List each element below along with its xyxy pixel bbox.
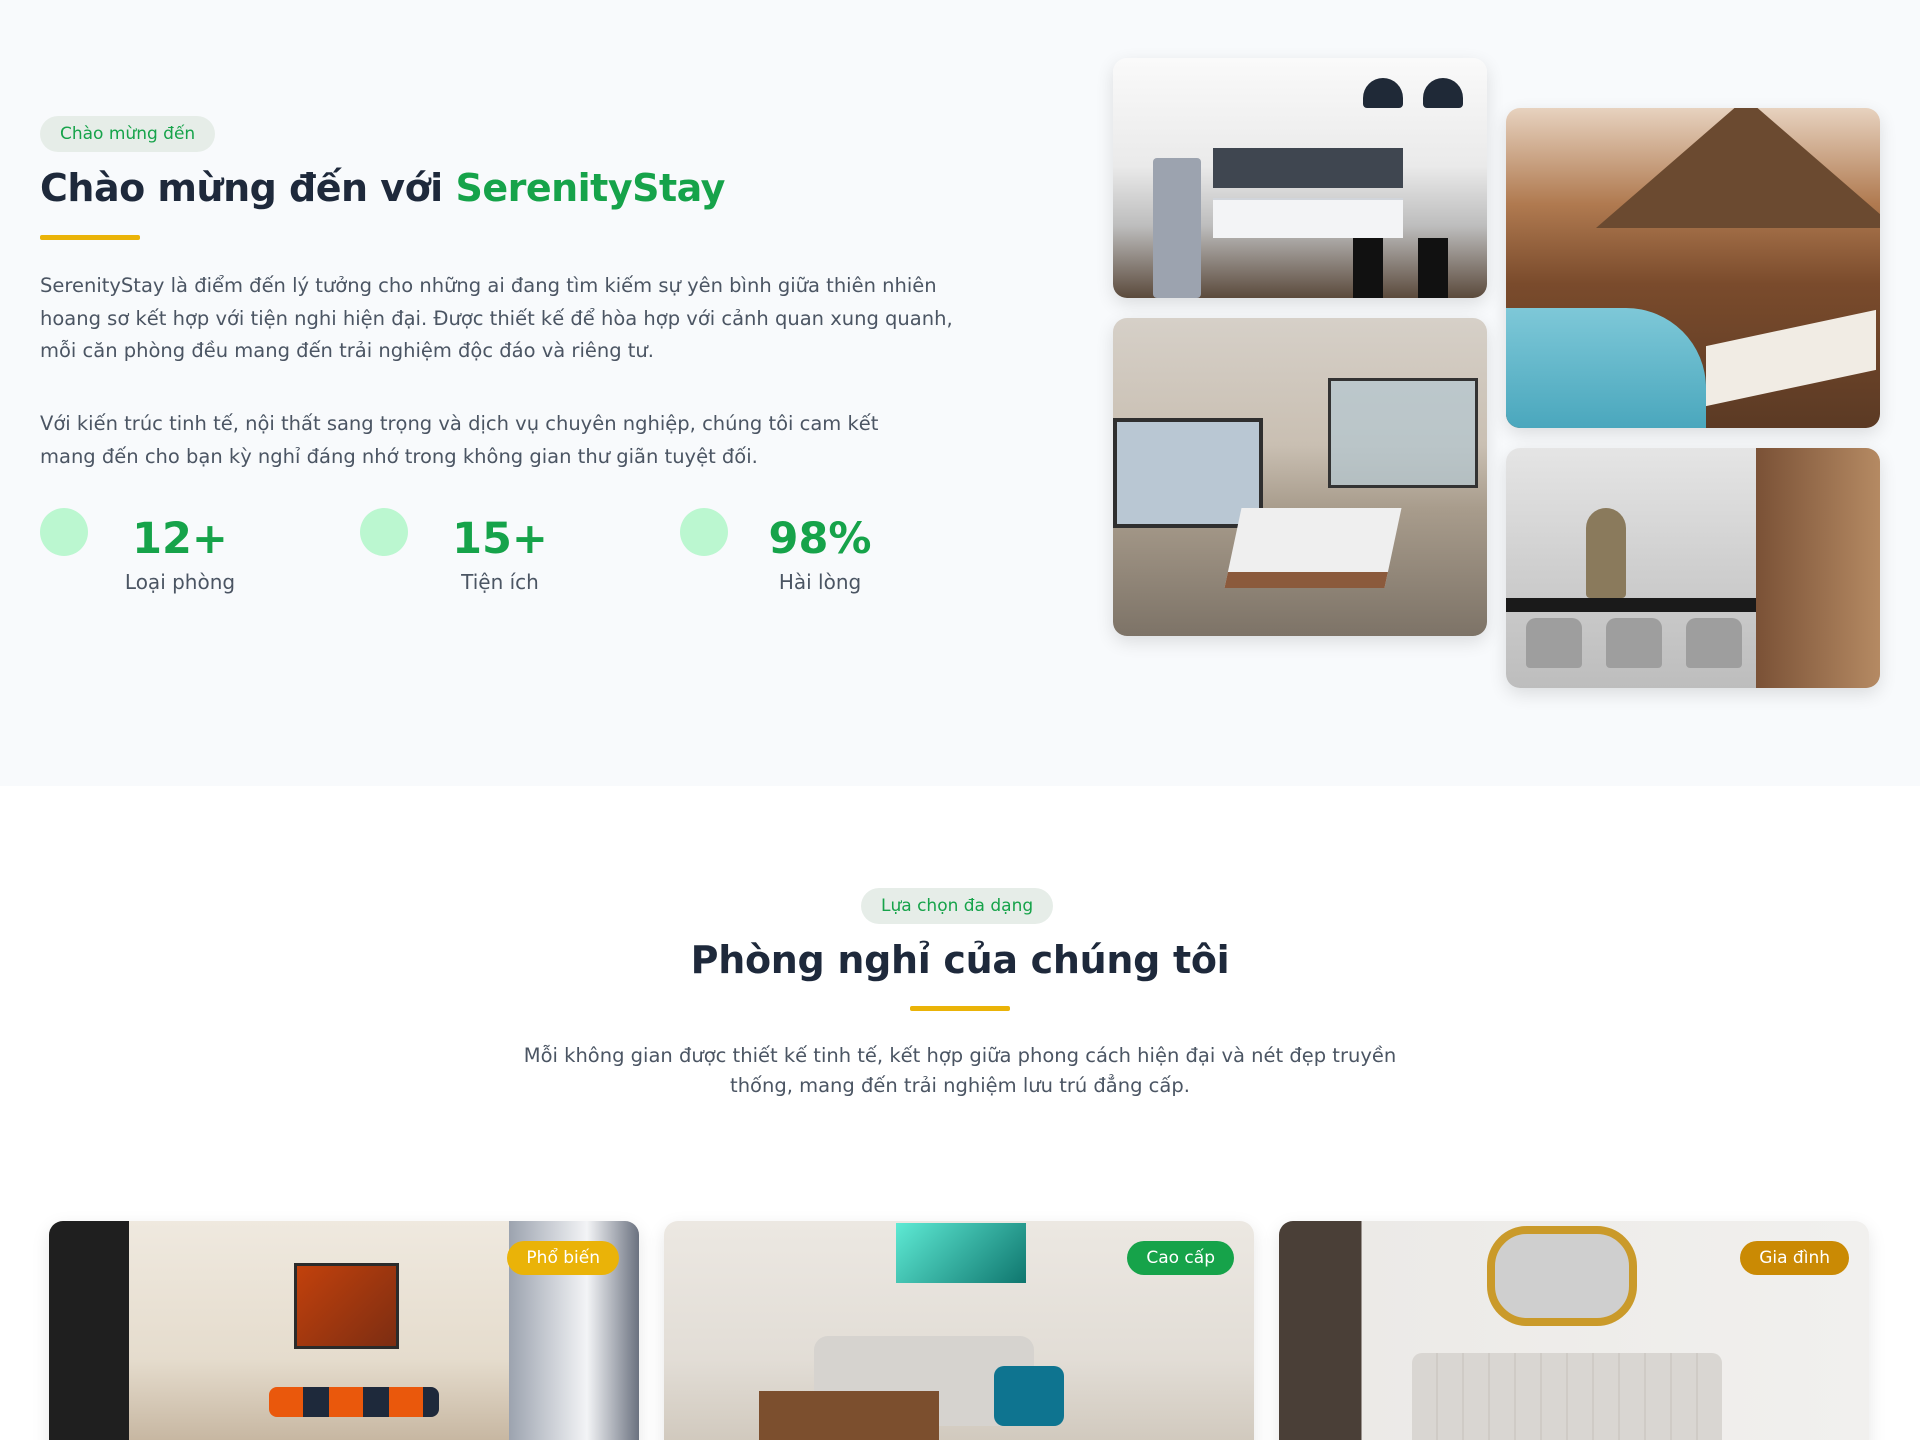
- welcome-paragraph-2: Với kiến trúc tinh tế, nội thất sang trọ…: [40, 412, 879, 468]
- bedroom-photo: [1113, 318, 1487, 636]
- stat-satisfaction: 98% Hài lòng: [680, 508, 980, 598]
- room-badge: Phổ biến: [507, 1241, 619, 1275]
- stat-value: 98%: [768, 514, 872, 564]
- rooms-title: Phòng nghỉ của chúng tôi: [690, 938, 1230, 982]
- dining-room-photo: [1506, 448, 1880, 688]
- room-badge: Cao cấp: [1127, 1241, 1234, 1275]
- stat-label: Hài lòng: [778, 570, 862, 594]
- stat-label: Tiện ích: [461, 570, 539, 594]
- room-card-popular[interactable]: Phổ biến: [49, 1221, 639, 1440]
- welcome-title: Chào mừng đến với SerenityStay: [40, 166, 725, 210]
- stat-value: 15+: [452, 514, 548, 564]
- rooms-tag: Lựa chọn đa dạng: [861, 888, 1054, 924]
- stat-label: Loại phòng: [124, 570, 236, 594]
- rooms-title-underline: [910, 1006, 1010, 1011]
- kitchen-photo: [1113, 58, 1487, 298]
- room-badge: Gia đình: [1740, 1241, 1849, 1275]
- welcome-title-prefix: Chào mừng đến với: [40, 166, 456, 210]
- welcome-section: Chào mừng đến Chào mừng đến với Serenity…: [0, 0, 1920, 786]
- title-underline: [40, 235, 140, 240]
- welcome-tag: Chào mừng đến: [40, 116, 216, 152]
- welcome-paragraph-1: SerenityStay là điểm đến lý tưởng cho nh…: [40, 274, 953, 362]
- rooms-description: Mỗi không gian được thiết kế tinh tế, kế…: [523, 1044, 1397, 1097]
- room-card-premium[interactable]: Cao cấp: [664, 1221, 1254, 1440]
- resort-pool-photo: [1506, 108, 1880, 428]
- brand-name: SerenityStay: [455, 166, 725, 210]
- room-card-family[interactable]: Gia đình: [1279, 1221, 1869, 1440]
- stat-value: 12+: [132, 514, 228, 564]
- stat-amenities: 15+ Tiện ích: [360, 508, 660, 598]
- stat-room-types: 12+ Loại phòng: [40, 508, 340, 598]
